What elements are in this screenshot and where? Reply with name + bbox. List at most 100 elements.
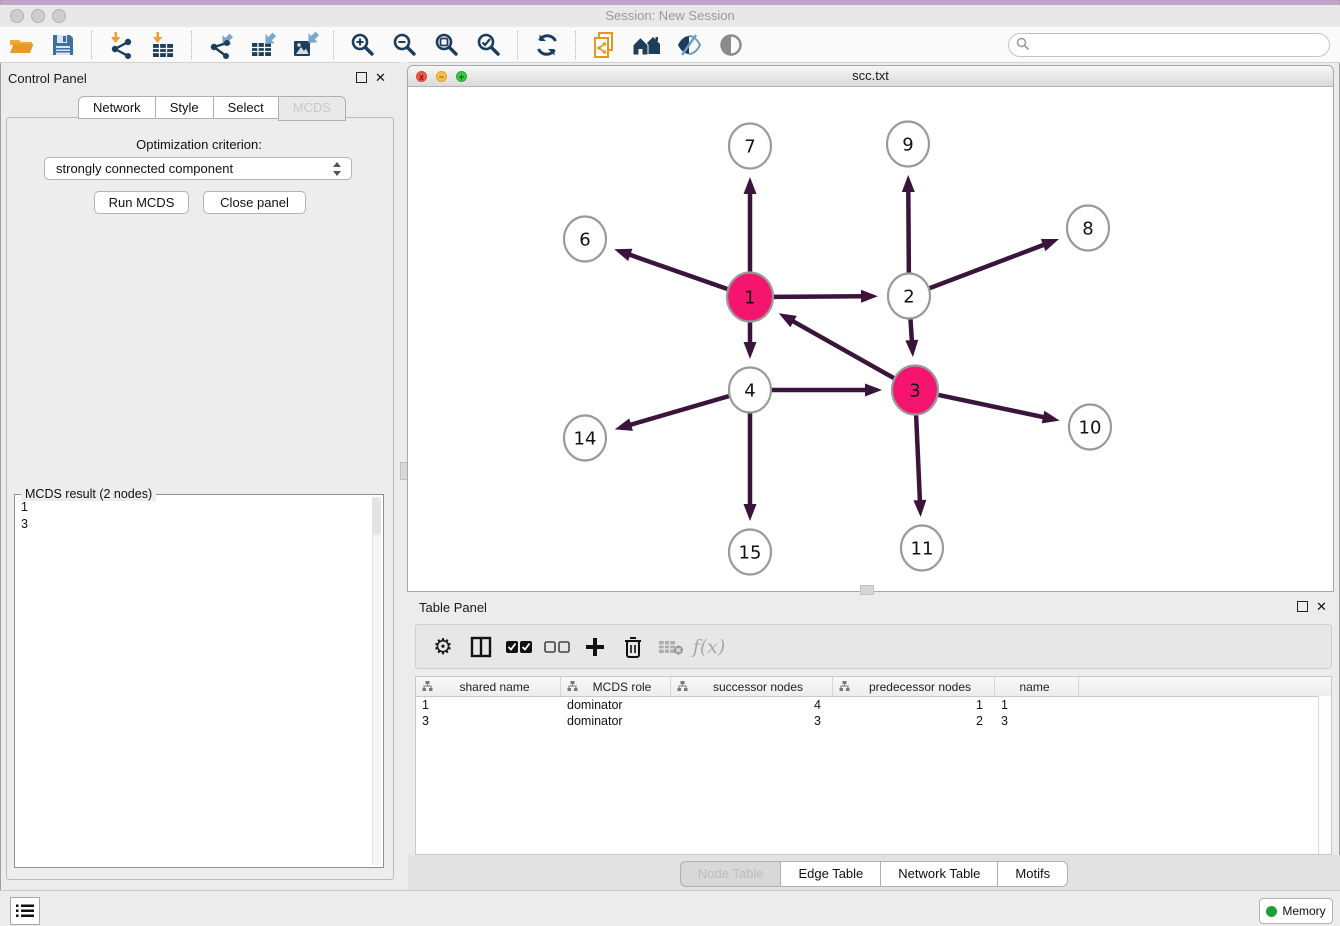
- network-graph-canvas[interactable]: 1234678910111415: [408, 86, 1333, 591]
- graph-edge[interactable]: [916, 414, 920, 503]
- graph-node-label: 9: [902, 135, 913, 156]
- refresh-icon: [534, 32, 560, 58]
- cell-successor-nodes[interactable]: 4: [671, 697, 833, 713]
- task-history-button[interactable]: [10, 897, 40, 925]
- tab-style[interactable]: Style: [155, 96, 213, 119]
- zoom-in-button[interactable]: [348, 30, 378, 60]
- window-close-button[interactable]: [10, 9, 24, 23]
- graph-node-label: 4: [744, 381, 755, 402]
- optimization-criterion-label: Optimization criterion:: [0, 137, 398, 152]
- run-mcds-button[interactable]: Run MCDS: [94, 191, 189, 214]
- table-header-row: shared name MCDS role successor nodes pr…: [416, 677, 1331, 697]
- cell-predecessor-nodes[interactable]: 2: [833, 713, 995, 729]
- close-panel-icon[interactable]: ✕: [375, 73, 386, 83]
- import-network-button[interactable]: [106, 30, 136, 60]
- column-header-shared-name[interactable]: shared name: [416, 677, 561, 696]
- network-minimize-icon[interactable]: −: [436, 71, 447, 82]
- cell-name[interactable]: 1: [995, 697, 1079, 713]
- export-image-button[interactable]: [290, 30, 320, 60]
- horizontal-splitter-grip[interactable]: [860, 585, 874, 595]
- graph-edge-arrowhead: [865, 384, 882, 397]
- graph-edge[interactable]: [627, 254, 727, 289]
- search-input[interactable]: [1008, 33, 1330, 57]
- memory-button[interactable]: Memory: [1259, 898, 1333, 924]
- cell-mcds-role[interactable]: dominator: [561, 697, 671, 713]
- cell-shared-name[interactable]: 1: [416, 697, 561, 713]
- graph-edge[interactable]: [791, 320, 894, 378]
- criterion-select[interactable]: strongly connected component: [44, 157, 352, 180]
- graph-edge[interactable]: [938, 395, 1045, 418]
- cell-successor-nodes[interactable]: 3: [671, 713, 833, 729]
- network-maximize-icon[interactable]: +: [456, 71, 467, 82]
- tab-motifs[interactable]: Motifs: [997, 861, 1068, 887]
- column-header-mcds-role[interactable]: MCDS role: [561, 677, 671, 696]
- graph-edge[interactable]: [774, 296, 864, 297]
- graph-edge[interactable]: [908, 189, 909, 274]
- cell-name[interactable]: 3: [995, 713, 1079, 729]
- tab-select[interactable]: Select: [213, 96, 278, 119]
- network-close-icon[interactable]: x: [416, 71, 427, 82]
- graph-edge[interactable]: [628, 396, 729, 425]
- window-title: Session: New Session: [0, 5, 1340, 27]
- cell-predecessor-nodes[interactable]: 1: [833, 697, 995, 713]
- toolbar-separator: [91, 31, 93, 59]
- refresh-button[interactable]: [532, 30, 562, 60]
- zoom-selected-button[interactable]: [474, 30, 504, 60]
- graph-node-label: 3: [909, 381, 920, 402]
- import-table-button[interactable]: [148, 30, 178, 60]
- network-window-titlebar[interactable]: x − + scc.txt: [408, 66, 1333, 87]
- select-all-columns-button[interactable]: [502, 630, 536, 664]
- window-minimize-button[interactable]: [31, 9, 45, 23]
- cell-shared-name[interactable]: 3: [416, 713, 561, 729]
- table-row[interactable]: 1 dominator 4 1 1: [416, 697, 1331, 713]
- function-builder-button: f(x): [692, 630, 726, 664]
- column-header-predecessor-nodes[interactable]: predecessor nodes: [833, 677, 995, 696]
- tab-edge-table[interactable]: Edge Table: [780, 861, 880, 887]
- table-scrollbar[interactable]: [1318, 696, 1331, 854]
- network-view-window: x − + scc.txt 1234678910111415: [407, 65, 1334, 592]
- zoom-selected-icon: [475, 31, 503, 59]
- column-header-successor-nodes[interactable]: successor nodes: [671, 677, 833, 696]
- delete-table-icon: [658, 638, 684, 656]
- unselect-all-columns-button[interactable]: [540, 630, 574, 664]
- show-columns-button[interactable]: [464, 630, 498, 664]
- zoom-fit-button[interactable]: [432, 30, 462, 60]
- graph-edge[interactable]: [930, 244, 1046, 288]
- tab-network-table[interactable]: Network Table: [880, 861, 997, 887]
- list-icon: [16, 903, 34, 919]
- floppy-disk-icon: [50, 32, 76, 58]
- home-button[interactable]: [632, 30, 662, 60]
- close-panel-button[interactable]: Close panel: [203, 191, 306, 214]
- hide-eye-button[interactable]: [674, 30, 704, 60]
- save-session-button[interactable]: [48, 30, 78, 60]
- column-header-name[interactable]: name: [995, 677, 1079, 696]
- export-network-button[interactable]: [206, 30, 236, 60]
- add-column-button[interactable]: [578, 630, 612, 664]
- toolbar-separator: [333, 31, 335, 59]
- float-panel-icon[interactable]: [356, 72, 367, 83]
- window-titlebar: Session: New Session: [0, 5, 1340, 27]
- open-session-button[interactable]: [6, 30, 36, 60]
- export-network-icon: [207, 31, 235, 59]
- window-zoom-button[interactable]: [52, 9, 66, 23]
- tab-mcds[interactable]: MCDS: [278, 96, 346, 121]
- float-table-panel-icon[interactable]: [1297, 601, 1308, 612]
- table-settings-button[interactable]: ⚙: [426, 630, 460, 664]
- table-panel-title: Table Panel: [419, 600, 487, 615]
- share-document-button[interactable]: [590, 30, 620, 60]
- cell-mcds-role[interactable]: dominator: [561, 713, 671, 729]
- delete-column-button[interactable]: [616, 630, 650, 664]
- zoom-fit-icon: [433, 31, 461, 59]
- result-scrollbar-thumb[interactable]: [373, 497, 381, 535]
- tab-node-table[interactable]: Node Table: [680, 861, 781, 887]
- memory-status-icon: [1266, 906, 1277, 917]
- graph-edge[interactable]: [910, 318, 912, 343]
- tab-network[interactable]: Network: [78, 96, 155, 119]
- zoom-out-button[interactable]: [390, 30, 420, 60]
- table-row[interactable]: 3 dominator 3 2 3: [416, 713, 1331, 729]
- result-scrollbar[interactable]: [372, 497, 381, 865]
- table-panel-controls: ✕: [1297, 601, 1327, 612]
- close-table-panel-icon[interactable]: ✕: [1316, 602, 1327, 612]
- export-table-button[interactable]: [248, 30, 278, 60]
- show-eye-button[interactable]: [716, 30, 746, 60]
